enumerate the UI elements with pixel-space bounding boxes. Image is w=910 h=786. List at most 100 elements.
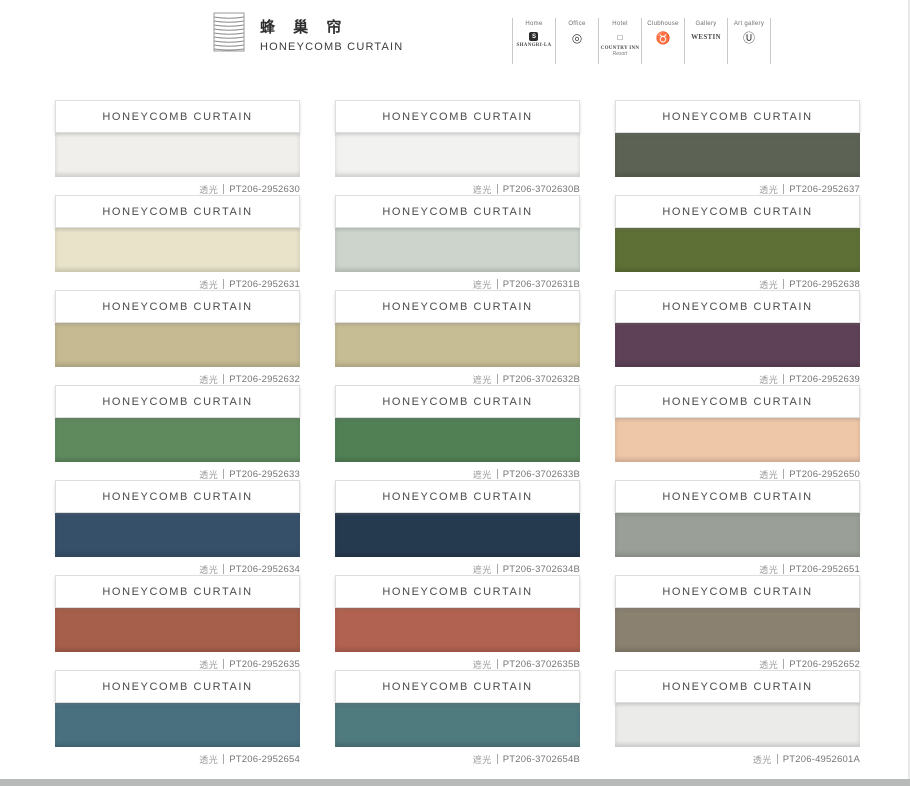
light-type-label: 透光 xyxy=(759,183,778,196)
brand-category-label: Home xyxy=(525,20,542,28)
card-title: HONEYCOMB CURTAIN xyxy=(335,100,580,133)
product-code: PT206-2952633 xyxy=(229,469,300,480)
product-code: PT206-2952652 xyxy=(789,659,860,670)
swatch-card: HONEYCOMB CURTAIN 透光 PT206-2952634 xyxy=(55,480,300,575)
brand-name-text: SHANGRI-LA xyxy=(517,43,552,48)
label-divider xyxy=(783,564,784,574)
card-title: HONEYCOMB CURTAIN xyxy=(615,575,860,608)
swatch-label: 透光 PT206-4952601A xyxy=(615,747,860,768)
g-circle-icon: Ⓤ xyxy=(743,32,755,44)
fabric-swatch xyxy=(615,703,860,747)
swatch-label: 透光 PT206-2952654 xyxy=(55,747,300,768)
brand-category-cell: Office ◎ xyxy=(555,18,598,64)
fabric-swatch xyxy=(335,513,580,557)
swatch-card: HONEYCOMB CURTAIN 透光 PT206-2952637 xyxy=(615,100,860,195)
light-type-label: 透光 xyxy=(759,563,778,576)
double-ring-icon: ◎ xyxy=(572,32,582,44)
brand-category-label: Art gallery xyxy=(734,20,764,28)
light-type-label: 透光 xyxy=(759,468,778,481)
light-type-label: 遮光 xyxy=(473,183,492,196)
page-title-english: HONEYCOMB CURTAIN xyxy=(260,41,403,53)
label-divider xyxy=(497,469,498,479)
card-title: HONEYCOMB CURTAIN xyxy=(55,100,300,133)
product-code: PT206-2952651 xyxy=(789,564,860,575)
fabric-swatch xyxy=(615,418,860,462)
light-type-label: 遮光 xyxy=(473,468,492,481)
swatch-grid: HONEYCOMB CURTAIN 透光 PT206-2952630 HONEY… xyxy=(55,100,860,765)
label-divider xyxy=(223,659,224,669)
page-bottom-strip xyxy=(0,779,910,786)
fabric-swatch xyxy=(335,418,580,462)
label-divider xyxy=(783,184,784,194)
product-code: PT206-2952635 xyxy=(229,659,300,670)
swatch-label: 遮光 PT206-3702654B xyxy=(335,747,580,768)
product-code: PT206-2952639 xyxy=(789,374,860,385)
swatch-card: HONEYCOMB CURTAIN 透光 PT206-4952601A xyxy=(615,670,860,765)
swatch-card: HONEYCOMB CURTAIN 遮光 PT206-3702631B xyxy=(335,195,580,290)
brand-logo: S SHANGRI-LA xyxy=(517,32,552,48)
brand-logo-block: 蜂 巢 帘 HONEYCOMB CURTAIN xyxy=(212,12,403,53)
fabric-swatch xyxy=(55,608,300,652)
light-type-label: 遮光 xyxy=(473,658,492,671)
card-title: HONEYCOMB CURTAIN xyxy=(335,575,580,608)
shangri-la-icon: S xyxy=(529,32,538,41)
label-divider xyxy=(497,659,498,669)
swatch-card: HONEYCOMB CURTAIN 透光 PT206-2952654 xyxy=(55,670,300,765)
logo-text: 蜂 巢 帘 HONEYCOMB CURTAIN xyxy=(260,12,403,53)
card-title: HONEYCOMB CURTAIN xyxy=(55,575,300,608)
product-code: PT206-3702632B xyxy=(503,374,580,385)
swatch-card: HONEYCOMB CURTAIN 透光 PT206-2952633 xyxy=(55,385,300,480)
bull-head-icon: ♉ xyxy=(656,32,671,44)
light-type-label: 遮光 xyxy=(473,753,492,766)
label-divider xyxy=(223,279,224,289)
label-divider xyxy=(497,374,498,384)
card-title: HONEYCOMB CURTAIN xyxy=(55,195,300,228)
fabric-swatch xyxy=(55,513,300,557)
product-code: PT206-2952637 xyxy=(789,184,860,195)
fabric-swatch xyxy=(55,228,300,272)
fabric-swatch xyxy=(615,228,860,272)
brand-category-cell: Gallery WESTIN xyxy=(684,18,727,64)
light-type-label: 透光 xyxy=(759,658,778,671)
brand-category-cell: Art gallery Ⓤ xyxy=(727,18,771,64)
label-divider xyxy=(497,754,498,764)
swatch-card: HONEYCOMB CURTAIN 遮光 PT206-3702633B xyxy=(335,385,580,480)
card-title: HONEYCOMB CURTAIN xyxy=(55,670,300,703)
card-title: HONEYCOMB CURTAIN xyxy=(335,670,580,703)
brand-category-label: Clubhouse xyxy=(647,20,678,28)
light-type-label: 透光 xyxy=(199,278,218,291)
client-brand-bar: Home SSHANGRI-LA Office ◎ Hotel □COUNTRY… xyxy=(512,18,771,64)
card-title: HONEYCOMB CURTAIN xyxy=(615,195,860,228)
fabric-swatch xyxy=(55,418,300,462)
brand-category-cell: Clubhouse ♉ xyxy=(641,18,684,64)
card-title: HONEYCOMB CURTAIN xyxy=(55,385,300,418)
swatch-card: HONEYCOMB CURTAIN 透光 PT206-2952632 xyxy=(55,290,300,385)
product-code: PT206-3702635B xyxy=(503,659,580,670)
brand-logo: ♉ xyxy=(656,32,671,44)
swatch-card: HONEYCOMB CURTAIN 透光 PT206-2952651 xyxy=(615,480,860,575)
product-code: PT206-2952654 xyxy=(229,754,300,765)
brand-category-label: Hotel xyxy=(612,20,628,28)
product-code: PT206-2952638 xyxy=(789,279,860,290)
product-code: PT206-3702634B xyxy=(503,564,580,575)
label-divider xyxy=(783,469,784,479)
label-divider xyxy=(497,564,498,574)
light-type-label: 遮光 xyxy=(473,563,492,576)
light-type-label: 遮光 xyxy=(473,278,492,291)
card-title: HONEYCOMB CURTAIN xyxy=(335,385,580,418)
fabric-swatch xyxy=(55,133,300,177)
swatch-card: HONEYCOMB CURTAIN 透光 PT206-2952631 xyxy=(55,195,300,290)
swatch-card: HONEYCOMB CURTAIN 透光 PT206-2952652 xyxy=(615,575,860,670)
fabric-swatch xyxy=(55,703,300,747)
brand-name-text: WESTIN xyxy=(691,34,721,41)
product-code: PT206-2952630 xyxy=(229,184,300,195)
swatch-card: HONEYCOMB CURTAIN 透光 PT206-2952650 xyxy=(615,385,860,480)
swatch-card: HONEYCOMB CURTAIN 遮光 PT206-3702654B xyxy=(335,670,580,765)
brand-category-cell: Home S SHANGRI-LA xyxy=(512,18,555,64)
light-type-label: 透光 xyxy=(753,753,772,766)
card-title: HONEYCOMB CURTAIN xyxy=(335,480,580,513)
light-type-label: 遮光 xyxy=(473,373,492,386)
fabric-swatch xyxy=(615,133,860,177)
fabric-swatch xyxy=(335,133,580,177)
light-type-label: 透光 xyxy=(199,373,218,386)
